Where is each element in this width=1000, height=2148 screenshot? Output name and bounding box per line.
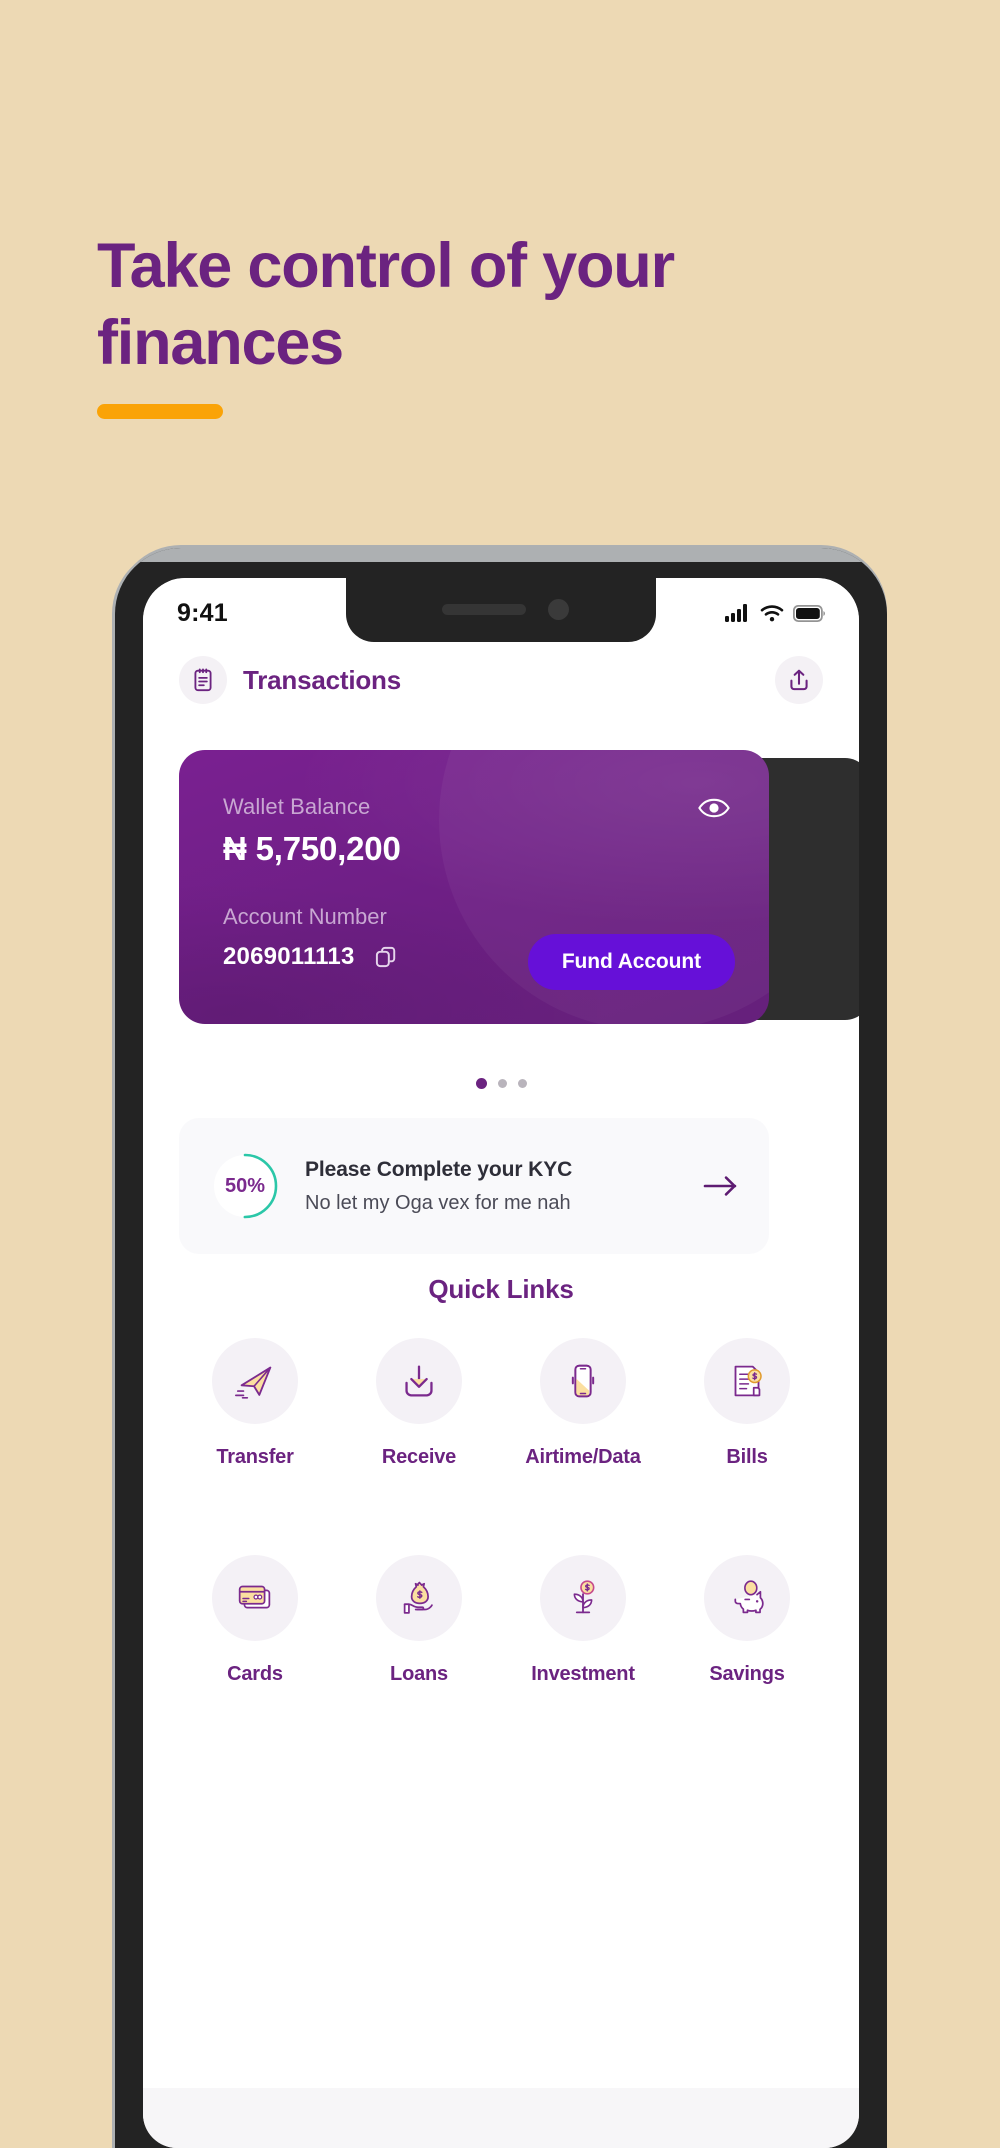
paper-plane-icon — [235, 1366, 272, 1399]
quick-link-icon-bubble — [540, 1338, 626, 1424]
phone-mockup: 9:41 Transactions Wallet Balance ₦ 5,750… — [115, 548, 887, 2148]
copy-icon[interactable] — [373, 944, 399, 970]
wifi-icon — [760, 605, 784, 622]
wallet-card[interactable]: Wallet Balance ₦ 5,750,200 Account Numbe… — [179, 750, 769, 1024]
kyc-text-block: Please Complete your KYC No let my Oga v… — [305, 1158, 679, 1215]
wallet-carousel[interactable]: Wallet Balance ₦ 5,750,200 Account Numbe… — [143, 744, 859, 1044]
quick-link-investment[interactable]: Investment — [501, 1555, 665, 1686]
transactions-icon-button[interactable] — [179, 656, 227, 704]
hero-underline-rule — [97, 403, 223, 419]
quick-link-icon-bubble — [376, 1555, 462, 1641]
carousel-dot-3[interactable] — [517, 1079, 527, 1088]
quick-link-label: Bills — [726, 1446, 768, 1468]
quick-link-label: Receive — [381, 1446, 457, 1468]
account-number-label: Account Number — [223, 904, 387, 929]
phone-notch — [346, 578, 656, 642]
kyc-subtitle: No let my Oga vex for me nah — [305, 1191, 571, 1214]
kyc-banner[interactable]: 50% Please Complete your KYC No let my O… — [179, 1118, 769, 1254]
quick-link-icon-bubble — [212, 1338, 298, 1424]
quick-link-receive[interactable]: Receive — [337, 1338, 501, 1469]
kyc-title: Please Complete your KYC — [305, 1157, 573, 1181]
quick-link-icon-bubble — [212, 1555, 298, 1641]
credit-card-icon — [238, 1585, 271, 1609]
phone-top-rim — [115, 548, 887, 562]
money-bag-hand-icon — [403, 1581, 433, 1614]
front-camera — [548, 599, 569, 620]
page-title: Take control of your finances — [97, 231, 675, 378]
wallet-balance-value: ₦ 5,750,200 — [223, 830, 401, 867]
earpiece-speaker — [442, 604, 526, 615]
share-upload-icon — [790, 669, 808, 691]
quick-link-label: Savings — [709, 1663, 785, 1685]
quick-links-title: Quick Links — [428, 1274, 574, 1304]
quick-link-transfer[interactable]: Transfer — [173, 1338, 337, 1469]
quick-link-label: Loans — [390, 1663, 448, 1685]
invoice-dollar-icon — [734, 1365, 762, 1397]
quick-link-label: Cards — [227, 1663, 283, 1685]
quick-link-cards[interactable]: Cards — [173, 1555, 337, 1686]
quick-link-icon-bubble — [704, 1338, 790, 1424]
plant-coin-icon — [573, 1580, 595, 1614]
quick-links-grid: Transfer Receive Airtime/Data Bills Card… — [173, 1338, 829, 1686]
signal-icon — [725, 604, 747, 622]
screen-bottom-panel — [143, 2088, 859, 2148]
hero-section: Take control of your finances — [97, 228, 857, 419]
toggle-balance-visibility-button[interactable] — [697, 796, 731, 825]
quick-link-loans[interactable]: Loans — [337, 1555, 501, 1686]
fund-account-button[interactable]: Fund Account — [527, 934, 735, 990]
download-tray-icon — [405, 1365, 433, 1397]
eye-icon — [698, 798, 730, 818]
quick-link-bills[interactable]: Bills — [665, 1338, 829, 1469]
clipboard-icon — [194, 668, 212, 692]
quick-link-airtime-data[interactable]: Airtime/Data — [501, 1338, 665, 1469]
carousel-dot-1[interactable] — [475, 1078, 487, 1089]
wallet-balance-label: Wallet Balance — [223, 794, 371, 819]
quick-link-label: Airtime/Data — [525, 1446, 641, 1468]
phone-screen: 9:41 Transactions Wallet Balance ₦ 5,750… — [143, 578, 859, 2148]
quick-link-icon-bubble — [704, 1555, 790, 1641]
quick-link-label: Transfer — [216, 1446, 294, 1468]
page-header-title: Transactions — [243, 664, 401, 695]
kyc-progress-percent: 50% — [224, 1174, 266, 1197]
kyc-progress-ring: 50% — [209, 1150, 281, 1222]
carousel-dots[interactable] — [143, 1078, 859, 1089]
quick-link-icon-bubble — [376, 1338, 462, 1424]
carousel-dot-2[interactable] — [497, 1079, 507, 1088]
account-number-value: 2069011113 — [223, 943, 355, 970]
quick-link-savings[interactable]: Savings — [665, 1555, 829, 1686]
status-icons — [725, 604, 825, 622]
mobile-phone-icon — [571, 1364, 595, 1398]
status-time: 9:41 — [177, 598, 228, 627]
piggy-bank-icon — [734, 1580, 764, 1614]
arrow-right-icon[interactable] — [703, 1173, 739, 1199]
battery-icon — [793, 604, 825, 622]
share-button[interactable] — [775, 656, 823, 704]
quick-link-icon-bubble — [540, 1555, 626, 1641]
app-header: Transactions — [143, 656, 859, 704]
app-header-left: Transactions — [179, 656, 401, 704]
quick-link-label: Investment — [531, 1663, 635, 1685]
